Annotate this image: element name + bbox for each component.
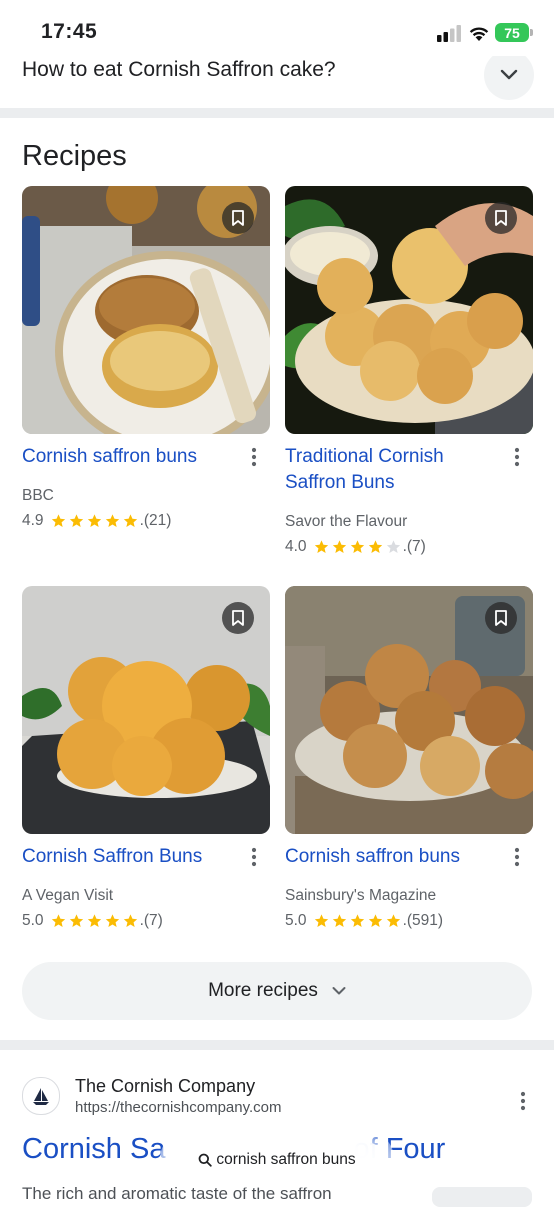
faq-row[interactable]: How to eat Cornish Saffron cake? — [0, 56, 554, 108]
star-icon — [386, 914, 400, 927]
star-icon — [350, 540, 364, 553]
star-icon — [332, 914, 346, 927]
recipe-image[interactable] — [285, 186, 533, 434]
star-icon — [350, 914, 364, 927]
recipes-heading: Recipes — [22, 140, 127, 172]
recipe-rating: 4.0 . (7) — [285, 538, 426, 556]
recipe-rating: 5.0 . (591) — [285, 912, 443, 930]
rating-count: (21) — [143, 512, 172, 529]
section-divider — [0, 1040, 554, 1050]
recipe-title[interactable]: Traditional Cornish Saffron Buns — [285, 444, 505, 496]
recipe-image[interactable] — [22, 186, 270, 434]
rating-value: 4.9 — [22, 512, 44, 529]
recipe-title[interactable]: Cornish saffron buns — [285, 844, 505, 870]
more-recipes-button[interactable]: More recipes — [22, 962, 532, 1020]
battery-tip — [530, 29, 533, 36]
rating-value: 5.0 — [22, 912, 44, 929]
star-icon — [368, 914, 382, 927]
star-icon — [69, 914, 83, 927]
rating-count: (7) — [406, 538, 426, 555]
status-time: 17:45 — [41, 20, 98, 43]
chevron-down-icon — [332, 987, 346, 995]
rating-count: (7) — [143, 912, 163, 929]
sailboat-logo-icon — [33, 1088, 49, 1105]
battery-level: 75 — [504, 24, 520, 41]
more-vert-icon[interactable] — [511, 846, 523, 868]
result-thumbnail[interactable] — [432, 1187, 532, 1207]
cellular-signal-icon — [437, 25, 461, 42]
bookmark-button[interactable] — [222, 602, 254, 634]
star-icon — [314, 914, 328, 927]
rating-count: (591) — [406, 912, 444, 929]
recipe-title[interactable]: Cornish Saffron Buns — [22, 844, 242, 870]
search-icon — [198, 1153, 213, 1167]
bookmark-button[interactable] — [485, 602, 517, 634]
rating-value: 4.0 — [285, 538, 307, 555]
recipe-source: BBC — [22, 487, 54, 504]
bookmark-icon — [495, 210, 507, 226]
faq-expand-button[interactable] — [484, 56, 534, 100]
chevron-down-icon — [500, 69, 518, 80]
recipe-image[interactable] — [285, 586, 533, 834]
star-icon — [105, 514, 119, 527]
star-icon — [123, 914, 137, 927]
star-icon — [123, 514, 137, 527]
star-icon — [87, 914, 101, 927]
bookmark-icon — [232, 610, 244, 626]
recipe-source: A Vegan Visit — [22, 887, 114, 904]
bookmark-button[interactable] — [485, 202, 517, 234]
star-rating — [313, 539, 403, 555]
recipe-rating: 4.9 . (21) — [22, 512, 171, 530]
star-icon — [69, 514, 83, 527]
more-vert-icon[interactable] — [511, 446, 523, 468]
star-rating — [50, 913, 140, 929]
star-icon — [105, 914, 119, 927]
star-rating — [313, 913, 403, 929]
site-favicon — [22, 1077, 60, 1115]
result-title-start[interactable]: Cornish Sa — [22, 1133, 165, 1165]
star-icon — [51, 514, 65, 527]
star-icon — [87, 514, 101, 527]
bookmark-button[interactable] — [222, 202, 254, 234]
more-vert-icon[interactable] — [517, 1090, 529, 1112]
section-divider — [0, 108, 554, 118]
more-vert-icon[interactable] — [248, 846, 260, 868]
wifi-icon — [469, 27, 489, 41]
faq-question: How to eat Cornish Saffron cake? — [22, 58, 336, 81]
recipe-image[interactable] — [22, 586, 270, 834]
search-pill[interactable]: cornish saffron buns — [170, 1142, 384, 1178]
star-icon — [51, 914, 65, 927]
star-icon — [368, 540, 382, 553]
recipe-source: Sainsbury's Magazine — [285, 887, 437, 904]
star-icon — [314, 540, 328, 553]
bookmark-icon — [232, 210, 244, 226]
result-site-name[interactable]: The Cornish Company — [75, 1076, 255, 1097]
recipe-title[interactable]: Cornish saffron buns — [22, 444, 242, 470]
more-vert-icon[interactable] — [248, 446, 260, 468]
status-bar: 17:45 75 — [0, 0, 554, 62]
result-url[interactable]: https://thecornishcompany.com — [75, 1099, 281, 1116]
bookmark-icon — [495, 610, 507, 626]
search-pill-query: cornish saffron buns — [216, 1151, 356, 1168]
recipe-rating: 5.0 . (7) — [22, 912, 163, 930]
rating-value: 5.0 — [285, 912, 307, 929]
battery-icon: 75 — [495, 23, 529, 42]
more-recipes-label: More recipes — [208, 980, 318, 1001]
recipe-source: Savor the Flavour — [285, 513, 408, 530]
star-empty-icon — [386, 540, 400, 553]
star-icon — [332, 540, 346, 553]
star-rating — [50, 513, 140, 529]
